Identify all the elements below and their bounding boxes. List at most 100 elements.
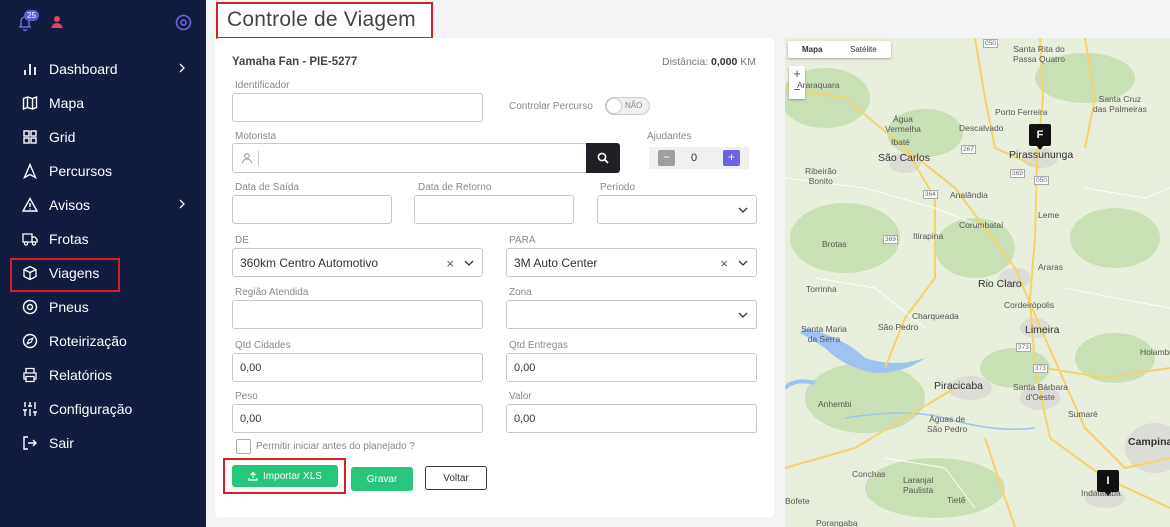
periodo-label: Período	[600, 182, 636, 193]
save-button[interactable]: Gravar	[351, 467, 413, 491]
sidebar-item-grid[interactable]: Grid	[0, 120, 206, 154]
back-button[interactable]: Voltar	[425, 466, 487, 490]
sidebar-item-avisos[interactable]: Avisos	[0, 188, 206, 222]
road-number: 050	[983, 39, 998, 48]
para-select[interactable]: 3M Auto Center ×	[506, 248, 757, 277]
sidebar-item-sair[interactable]: Sair	[0, 426, 206, 460]
ajudantes-label: Ajudantes	[647, 131, 692, 142]
logout-icon	[22, 435, 38, 451]
ajudantes-value: 0	[691, 152, 698, 164]
map-panel[interactable]: Mapa Satélite + − Santa Rita do Passa Qua…	[785, 38, 1170, 527]
controlar-percurso-toggle[interactable]: NÃO	[605, 97, 650, 115]
data-saida-label: Data de Saída	[235, 182, 299, 193]
user-icon	[241, 152, 253, 167]
city-label: Rio Claro	[978, 278, 1022, 290]
peso-label: Peso	[235, 391, 258, 402]
sidebar-item-label: Pneus	[49, 299, 89, 315]
map-type-tabs: Mapa Satélite	[788, 41, 891, 58]
de-label: DE	[235, 235, 249, 246]
distance-label: Distância:	[662, 56, 709, 68]
zona-select[interactable]	[506, 300, 757, 329]
city-label: Bofete	[785, 496, 810, 506]
package-icon	[22, 265, 38, 281]
regiao-label: Região Atendida	[235, 287, 309, 298]
sidebar-item-label: Mapa	[49, 95, 85, 111]
qtd-entregas-input[interactable]: 0,00	[506, 353, 757, 382]
valor-input[interactable]: 0,00	[506, 404, 757, 433]
distance-display: Distância: 0,000 KM	[662, 56, 756, 68]
ajudantes-increment-button[interactable]: +	[723, 150, 740, 166]
sidebar-item-percursos[interactable]: Percursos	[0, 154, 206, 188]
sidebar-item-pneus[interactable]: Pneus	[0, 290, 206, 324]
road-number: 364	[923, 190, 938, 199]
warning-icon	[22, 197, 38, 213]
road-number: 369	[883, 235, 898, 244]
city-label: Analândia	[950, 190, 988, 200]
trip-form-card: Yamaha Fan - PIE-5277 Distância: 0,000 K…	[215, 38, 774, 517]
data-saida-input[interactable]	[232, 195, 392, 224]
qtd-cidades-label: Qtd Cidades	[235, 340, 291, 351]
sidebar-item-viagens[interactable]: Viagens	[0, 256, 206, 292]
peso-input[interactable]: 0,00	[232, 404, 483, 433]
sidebar-item-mapa[interactable]: Mapa	[0, 86, 206, 120]
sidebar-item-label: Configuração	[49, 401, 133, 417]
sidebar-item-label: Avisos	[49, 197, 90, 213]
road-number: 050	[1034, 176, 1049, 185]
sidebar-item-configuracao[interactable]: Configuração	[0, 392, 206, 426]
ajudantes-decrement-button[interactable]: −	[658, 150, 675, 166]
identificador-input[interactable]	[232, 93, 483, 122]
tire-icon	[22, 299, 38, 315]
distance-unit: KM	[740, 56, 756, 68]
city-label: Corumbataí	[959, 220, 1004, 230]
target-icon[interactable]	[175, 14, 192, 31]
motorista-input[interactable]	[232, 143, 587, 173]
para-label: PARA	[509, 235, 536, 246]
city-label: Limeira	[1025, 324, 1060, 336]
city-label: Água Vermelha	[885, 114, 921, 134]
qtd-cidades-input[interactable]: 0,00	[232, 353, 483, 382]
page-title: Controle de Viagem	[227, 8, 416, 31]
user-icon[interactable]	[50, 15, 64, 29]
para-value: 3M Auto Center	[514, 255, 598, 270]
chevron-down-icon	[738, 207, 748, 213]
initial-marker-pin[interactable]: I	[1097, 470, 1119, 496]
city-label: Campinas	[1128, 436, 1170, 448]
identificador-label: Identificador	[235, 80, 290, 91]
sidebar-item-frotas[interactable]: Frotas	[0, 222, 206, 256]
truck-icon	[22, 231, 38, 247]
navigation-icon	[22, 163, 38, 179]
qtd-entregas-label: Qtd Entregas	[509, 340, 568, 351]
sidebar-top: 25	[16, 10, 192, 34]
tab-map[interactable]: Mapa	[802, 45, 822, 54]
motorista-label: Motorista	[235, 131, 277, 142]
sidebar-item-roteirizacao[interactable]: Roteirização	[0, 324, 206, 358]
de-select[interactable]: 360km Centro Automotivo ×	[232, 248, 483, 277]
permitir-label: Permitir iniciar antes do planejado ?	[256, 441, 415, 452]
city-label: Ribeirão Bonito	[805, 166, 837, 186]
sidebar-item-dashboard[interactable]: Dashboard	[0, 52, 206, 86]
vehicle-name: Yamaha Fan - PIE-5277	[232, 56, 358, 68]
data-retorno-input[interactable]	[414, 195, 574, 224]
de-clear-icon[interactable]: ×	[446, 256, 454, 271]
chevron-down-icon	[738, 312, 748, 318]
final-marker-pin[interactable]: F	[1029, 124, 1051, 150]
sidebar-item-relatorios[interactable]: Relatórios	[0, 358, 206, 392]
page-title-box: Controle de Viagem	[216, 2, 433, 39]
chevron-down-icon	[464, 260, 474, 266]
city-label: Tietê	[947, 495, 966, 505]
de-value: 360km Centro Automotivo	[240, 255, 379, 270]
notification-badge: 25	[24, 10, 39, 21]
city-label: Descalvado	[959, 123, 1004, 133]
road-number: 373	[1016, 343, 1031, 352]
sliders-icon	[22, 401, 38, 417]
map-icon	[22, 95, 38, 111]
permitir-checkbox[interactable]	[236, 439, 251, 454]
motorista-search-button[interactable]	[586, 143, 620, 173]
regiao-input[interactable]	[232, 300, 483, 329]
para-clear-icon[interactable]: ×	[720, 256, 728, 271]
tab-satellite[interactable]: Satélite	[850, 45, 877, 54]
periodo-select[interactable]	[597, 195, 757, 224]
city-label: Charqueada	[912, 311, 959, 321]
sidebar-menu: Dashboard Mapa Grid Percursos Avisos Fro…	[0, 52, 206, 460]
zona-label: Zona	[509, 287, 532, 298]
